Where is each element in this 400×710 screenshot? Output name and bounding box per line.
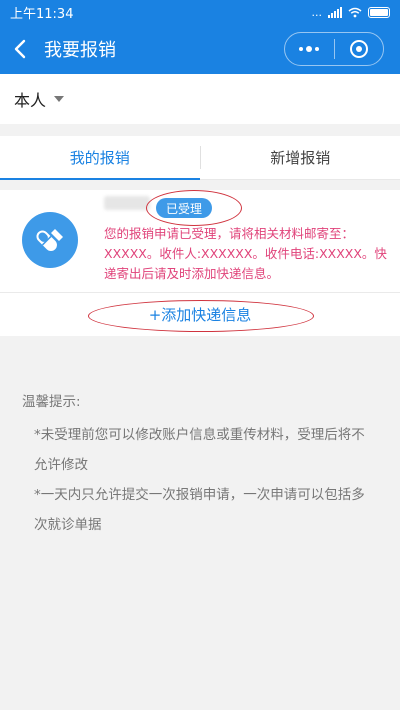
tips-title: 温馨提示:: [22, 394, 81, 410]
caret-down-icon: [54, 96, 65, 102]
tip-item: *未受理前您可以修改账户信息或重传材料，受理后将不允许修改: [34, 427, 365, 473]
more-button[interactable]: [285, 33, 334, 65]
notice-text: 您的报销申请已受理，请将相关材料邮寄至：XXXXX。收件人:XXXXXX。收件电…: [104, 226, 387, 281]
medicine-capsule-icon: [22, 212, 78, 268]
mini-program-capsule: [284, 32, 384, 66]
person-selector[interactable]: 本人: [0, 74, 400, 124]
tip-item: *一天内只允许提交一次报销申请，一次申请可以包括多次就诊单据: [34, 487, 365, 533]
tips-section: 温馨提示: *未受理前您可以修改账户信息或重传材料，受理后将不允许修改 *一天内…: [0, 390, 400, 540]
status-badge: 已受理: [156, 198, 212, 218]
tab-my-reimbursement[interactable]: 我的报销: [0, 136, 200, 180]
target-icon: [349, 40, 368, 58]
wifi-icon: [348, 7, 362, 17]
network-speed: ...: [311, 5, 323, 19]
status-time: 上午11:34: [10, 6, 74, 22]
status-bar: 上午11:34 ...: [0, 0, 400, 24]
add-express-info-button[interactable]: +添加快递信息: [0, 293, 400, 336]
tab-bar: 我的报销 新增报销: [0, 136, 400, 180]
more-dots-icon: [299, 46, 320, 52]
header: 我要报销: [0, 24, 400, 74]
status-icons: ...: [311, 5, 390, 19]
selector-label: 本人: [14, 91, 47, 110]
blurred-name: [104, 196, 150, 210]
reimbursement-card: 已受理 您的报销申请已受理，请将相关材料邮寄至：XXXXX。收件人:XXXXXX…: [0, 190, 400, 336]
close-button[interactable]: [335, 33, 384, 65]
battery-icon: [368, 6, 390, 18]
chevron-left-icon[interactable]: [0, 24, 40, 74]
page-title: 我要报销: [44, 40, 116, 61]
card-content: 已受理 您的报销申请已受理，请将相关材料邮寄至：XXXXX。收件人:XXXXXX…: [0, 190, 400, 292]
tab-new-reimbursement[interactable]: 新增报销: [201, 136, 400, 179]
signal-icon: [328, 6, 342, 18]
